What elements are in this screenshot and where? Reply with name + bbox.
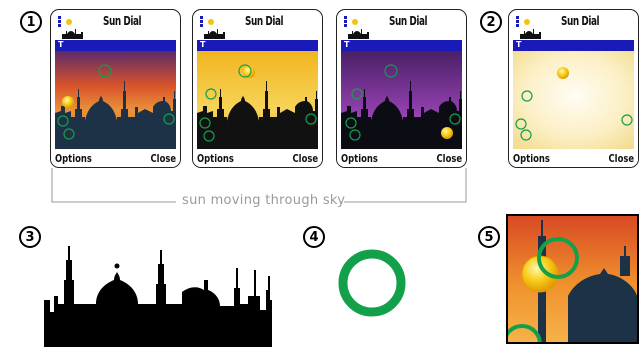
zoom-detail: [506, 214, 639, 344]
skyline-silhouette-asset: [44, 246, 272, 347]
hour-marker-ring-asset: [338, 249, 406, 317]
caption-text: sun moving through sky: [182, 193, 346, 208]
